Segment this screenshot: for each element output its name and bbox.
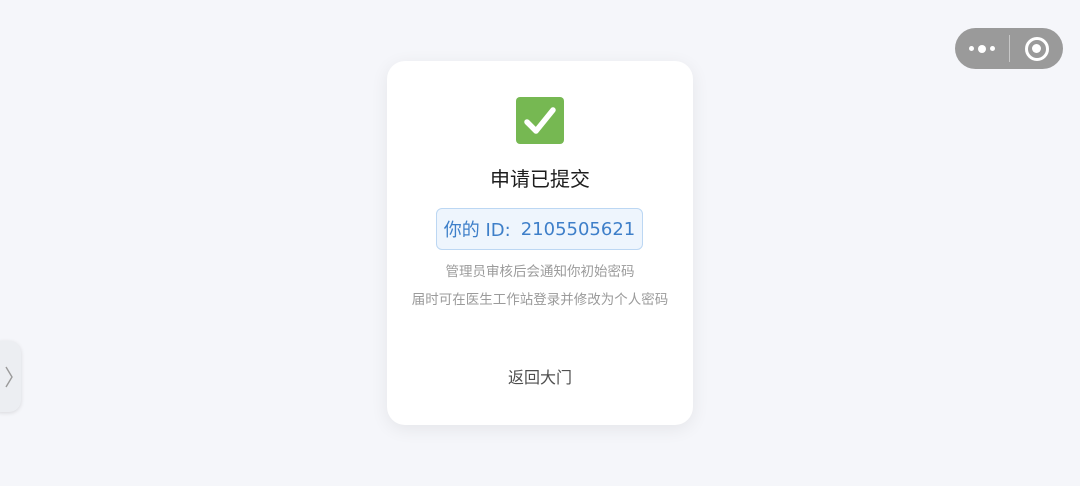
id-value: 2105505621 [520, 218, 636, 240]
back-to-gate-link[interactable]: 返回大门 [490, 364, 590, 392]
target-circle-icon [1024, 36, 1049, 61]
chevron-right-icon [5, 366, 13, 387]
id-label: 你的 ID: [443, 220, 511, 241]
more-menu-button[interactable] [955, 28, 1009, 69]
close-mini-program-button[interactable] [1010, 28, 1063, 69]
notice-message: 管理员审核后会通知你初始密码 届时可在医生工作站登录并修改为个人密码 [411, 258, 669, 314]
side-expand-tab[interactable] [0, 341, 21, 412]
notice-line-1: 管理员审核后会通知你初始密码 [445, 264, 635, 280]
user-id-badge: 你的 ID: 2105505621 [436, 208, 643, 250]
check-mark-icon [516, 97, 564, 144]
submission-result-card: 申请已提交 你的 ID: 2105505621 管理员审核后会通知你初始密码 届… [387, 61, 693, 425]
more-dots-icon [969, 44, 995, 53]
page-title: 申请已提交 [490, 167, 590, 191]
notice-line-2: 届时可在医生工作站登录并修改为个人密码 [411, 292, 669, 308]
mini-program-capsule [955, 28, 1063, 69]
